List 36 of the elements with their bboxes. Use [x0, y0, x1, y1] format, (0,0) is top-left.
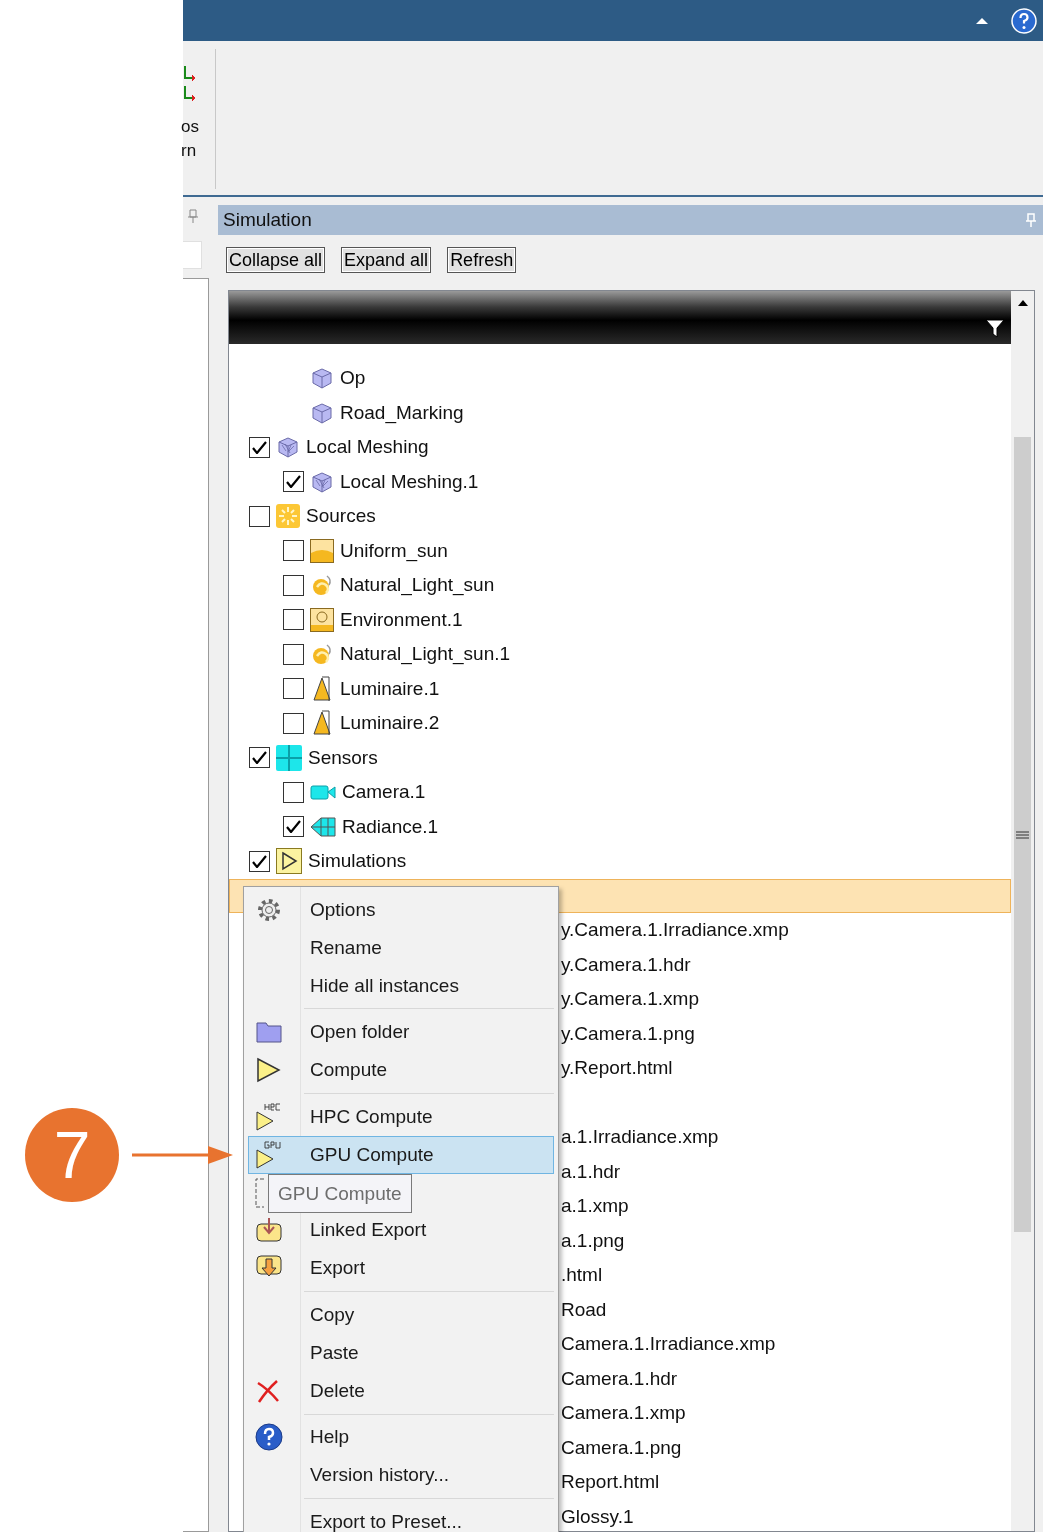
tree-item-label: a.1.png — [561, 1229, 625, 1252]
tree-item-label: Camera.1.hdr — [561, 1367, 678, 1390]
tree-item-label: Local Meshing — [306, 436, 429, 459]
tree-item-label: Environment.1 — [340, 608, 463, 631]
tree-item-label: y.Report.html — [561, 1057, 673, 1080]
tree-item-label: Sensors — [308, 746, 378, 769]
tree-item-label: Uniform_sun — [340, 539, 448, 562]
tree-item-label: Report.html — [561, 1471, 660, 1494]
tree-item-label: Op — [340, 367, 366, 390]
tree-item-label: Glossy.1 — [561, 1505, 634, 1528]
tree-item-label: Camera.1.png — [561, 1436, 682, 1459]
panel-title: Simulation — [223, 209, 312, 231]
tree-item-label: Local Meshing.1 — [340, 470, 479, 493]
tree-item-label: Luminaire.1 — [340, 677, 440, 700]
tree-item-label: Sources — [306, 505, 376, 528]
tree-item-label: a.1.xmp — [561, 1195, 629, 1218]
tree-item-label: y.Camera.1.xmp — [561, 988, 699, 1011]
tree-item-label: y.Camera.1.Irradiance.xmp — [561, 919, 789, 942]
ribbon-label: os — [181, 117, 200, 137]
tree-item-label: y.Camera.1.hdr — [561, 953, 691, 976]
tree-item-label: a.1.hdr — [561, 1160, 621, 1183]
tree-item-label: Camera.1.Irradiance.xmp — [561, 1333, 776, 1356]
tree-item-label: Road_Marking — [340, 401, 464, 424]
tree-item-label: a.1.Irradiance.xmp — [561, 1126, 719, 1149]
tree-item-label: Camera.1.xmp — [561, 1402, 686, 1425]
tree-item-label: Radiance.1 — [342, 815, 439, 838]
tree-item-label: Simulations — [308, 850, 407, 873]
tree-item-label: y.Camera.1.png — [561, 1022, 695, 1045]
tree-item-label: Natural_Light_sun.1 — [340, 643, 511, 666]
tree-item-label: Natural_Light_sun — [340, 574, 495, 597]
tree-item-label: Luminaire.2 — [340, 712, 440, 735]
ribbon-label: rn — [181, 141, 198, 161]
tooltip: GPU Compute — [268, 1174, 412, 1213]
tree-item-label: .html — [561, 1264, 603, 1287]
tree-item-label: Road — [561, 1298, 607, 1321]
tree-item-label: Camera.1 — [342, 781, 426, 804]
